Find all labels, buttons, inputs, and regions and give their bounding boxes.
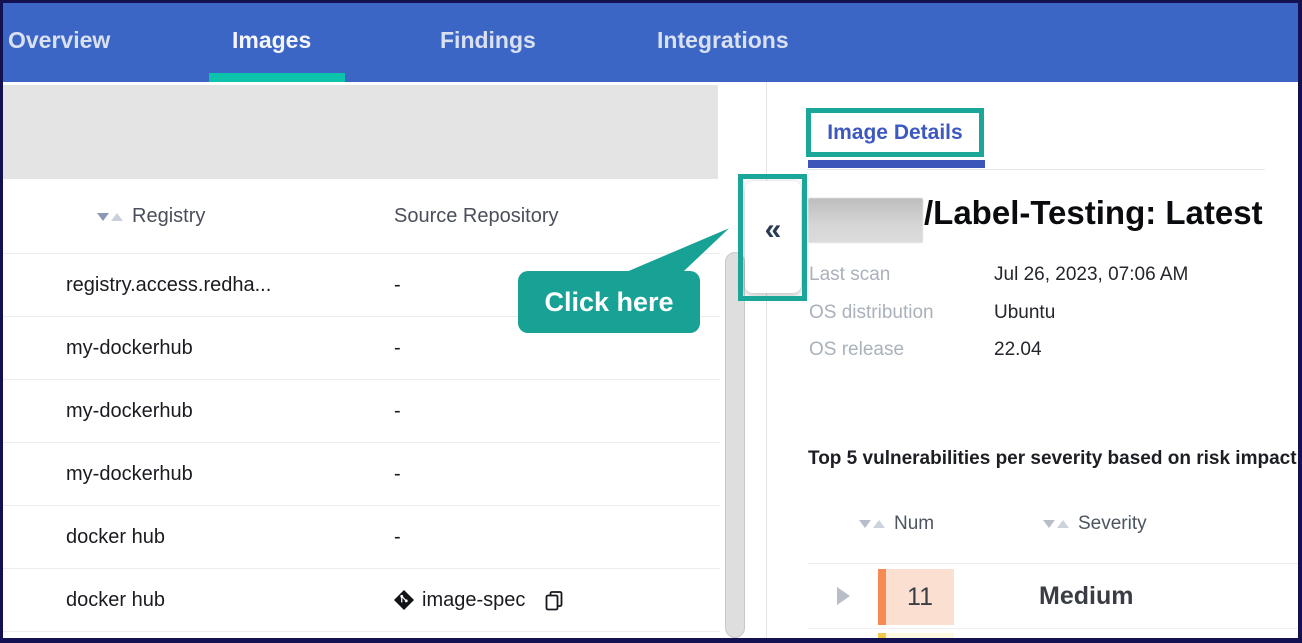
sort-icon[interactable] <box>1043 520 1069 528</box>
column-header-num[interactable]: Num <box>859 513 934 535</box>
git-icon <box>394 590 414 610</box>
vuln-count-badge-partial <box>878 633 954 643</box>
registry-cell: my-dockerhub <box>66 443 193 505</box>
field-label: Last scan <box>809 264 890 286</box>
column-header-registry[interactable]: Registry <box>97 205 205 228</box>
source-repo-cell: - <box>394 254 401 316</box>
field-value: 22.04 <box>994 339 1042 361</box>
active-tab-underline <box>209 73 345 82</box>
highlight-box-image-details: Image Details <box>806 108 984 157</box>
registry-cell: registry.access.redha... <box>66 254 271 316</box>
table-row[interactable]: docker hub image-spec <box>3 569 720 632</box>
vuln-count-badge: 11 <box>878 569 954 625</box>
callout-label: Click here <box>544 287 673 318</box>
table-row[interactable]: my-dockerhub - <box>3 380 720 443</box>
double-chevron-left-icon: « <box>765 215 782 245</box>
registry-cell: docker hub <box>66 506 165 568</box>
registry-cell: docker hub <box>66 569 165 631</box>
registry-table: Registry Source Repository registry.acce… <box>3 179 720 638</box>
nav-bar: Overview Images Findings Integrations <box>0 0 1302 82</box>
registry-table-header: Registry Source Repository <box>3 179 720 254</box>
divider <box>808 563 1298 564</box>
column-header-label: Num <box>894 513 934 535</box>
source-repo-cell: - <box>394 506 401 568</box>
image-title: /Label-Testing: Latest <box>924 194 1263 232</box>
source-repo-cell: image-spec <box>394 569 565 631</box>
vertical-scrollbar[interactable] <box>725 252 745 638</box>
registry-cell: my-dockerhub <box>66 380 193 442</box>
expand-row-icon[interactable] <box>837 587 850 605</box>
copy-icon[interactable] <box>543 589 565 612</box>
field-label: OS release <box>809 339 904 361</box>
source-repo-cell: - <box>394 380 401 442</box>
field-label: OS distribution <box>809 302 934 324</box>
tab-findings[interactable]: Findings <box>440 27 536 54</box>
column-header-label: Severity <box>1078 513 1147 535</box>
registry-cell: my-dockerhub <box>66 317 193 379</box>
field-value: Jul 26, 2023, 07:06 AM <box>994 264 1188 286</box>
table-row[interactable]: my-dockerhub - <box>3 443 720 506</box>
tab-integrations[interactable]: Integrations <box>657 27 789 54</box>
source-repo-cell: - <box>394 317 401 379</box>
column-header-source-repository[interactable]: Source Repository <box>394 205 559 228</box>
vulnerabilities-heading: Top 5 vulnerabilities per severity based… <box>808 448 1297 470</box>
severity-label: Medium <box>1039 582 1133 611</box>
tab-images[interactable]: Images <box>232 27 311 54</box>
table-row[interactable]: docker hub - <box>3 506 720 569</box>
toolbar-band <box>3 85 718 179</box>
tab-image-details[interactable]: Image Details <box>827 121 962 145</box>
app-window: Overview Images Findings Integrations Re… <box>0 0 1302 643</box>
field-value: Ubuntu <box>994 302 1055 324</box>
tab-overview[interactable]: Overview <box>8 27 110 54</box>
divider <box>807 169 1265 170</box>
column-header-severity[interactable]: Severity <box>1043 513 1147 535</box>
column-header-label: Source Repository <box>394 205 559 228</box>
collapse-panel-button[interactable]: « <box>745 181 801 293</box>
divider <box>808 628 1298 629</box>
vuln-count: 11 <box>907 583 933 612</box>
image-details-panel: Image Details /Label-Testing: Latest Las… <box>767 82 1298 638</box>
sort-icon[interactable] <box>97 213 123 221</box>
click-here-callout: Click here <box>518 271 700 333</box>
redacted-image-owner <box>808 198 923 243</box>
image-details-tab-underline <box>808 160 985 168</box>
column-header-label: Registry <box>132 205 205 228</box>
source-repo-cell: - <box>394 443 401 505</box>
source-repo-name: image-spec <box>422 569 525 631</box>
sort-icon[interactable] <box>859 520 885 528</box>
